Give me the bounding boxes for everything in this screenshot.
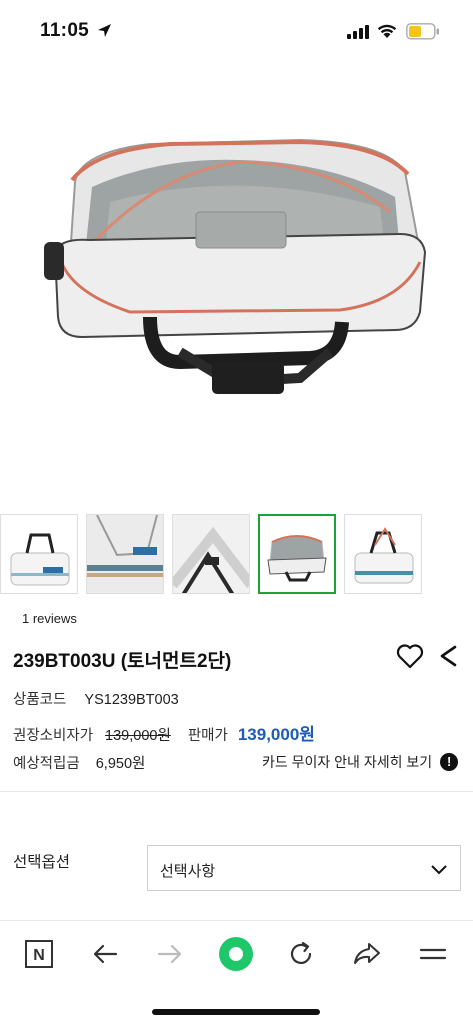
bag-illustration — [44, 138, 427, 394]
green-dot-button[interactable] — [216, 935, 256, 973]
thumbnail-5[interactable] — [344, 514, 422, 594]
arrow-left-icon — [93, 944, 118, 964]
option-select-value: 선택사항 — [160, 863, 216, 880]
points-row: 예상적립금 6,950원 — [13, 752, 145, 773]
wifi-icon — [377, 24, 397, 38]
share-icon[interactable] — [437, 644, 459, 668]
thumbnail-2[interactable] — [86, 514, 164, 594]
back-button[interactable] — [85, 935, 125, 973]
menu-button[interactable] — [413, 935, 453, 973]
price-row: 권장소비자가 139,000원 판매가 139,000원 — [13, 720, 315, 745]
option-label: 선택옵션 — [13, 854, 71, 871]
card-installment-info-link[interactable]: 카드 무이자 안내 자세히 보기 ! — [262, 752, 459, 772]
product-main-image[interactable] — [0, 62, 473, 507]
thumbnail-4[interactable] — [258, 514, 336, 594]
reviews-count[interactable]: 1 reviews — [22, 611, 77, 626]
sale-price-label: 판매가 — [187, 728, 228, 744]
thumbnail-strip — [0, 514, 473, 594]
product-code-row: 상품코드 YS1239BT003 — [13, 688, 179, 709]
browser-home-button[interactable]: N — [19, 935, 59, 973]
list-price-label: 권장소비자가 — [13, 728, 94, 744]
option-select[interactable]: 선택사항 — [147, 845, 461, 891]
arrow-right-icon — [157, 944, 182, 964]
share-page-button[interactable] — [347, 935, 387, 973]
product-code-value: YS1239BT003 — [84, 692, 179, 708]
info-icon: ! — [440, 753, 459, 771]
card-info-text: 카드 무이자 안내 자세히 보기 — [262, 754, 433, 770]
forward-button[interactable] — [150, 935, 190, 973]
status-bar: 11:05 — [0, 0, 473, 62]
reload-icon — [290, 941, 312, 965]
points-label: 예상적립금 — [13, 756, 80, 772]
green-dot-icon — [219, 937, 253, 971]
naver-logo-icon: N — [25, 940, 53, 968]
status-time: 11:05 — [40, 20, 90, 41]
thumbnail-3[interactable] — [172, 514, 250, 594]
thumbnail-1[interactable] — [0, 514, 78, 594]
location-arrow-icon — [98, 24, 111, 37]
product-title: 239BT003U (토너먼트2단) — [13, 651, 232, 672]
points-value: 6,950원 — [95, 756, 146, 772]
battery-icon — [406, 23, 439, 40]
sale-price: 139,000원 — [237, 725, 315, 744]
list-price: 139,000원 — [105, 728, 171, 744]
home-indicator[interactable] — [152, 1009, 320, 1015]
cellular-signal-icon — [347, 25, 369, 39]
chevron-down-icon — [431, 865, 447, 875]
product-code-label: 상품코드 — [13, 692, 67, 708]
svg-text:N: N — [33, 947, 45, 964]
reload-button[interactable] — [281, 935, 321, 973]
browser-bottom-bar: N — [0, 920, 473, 1024]
section-divider — [0, 791, 473, 792]
hamburger-menu-icon — [419, 948, 447, 960]
share-arrow-icon — [354, 943, 380, 964]
heart-icon[interactable] — [396, 643, 424, 669]
